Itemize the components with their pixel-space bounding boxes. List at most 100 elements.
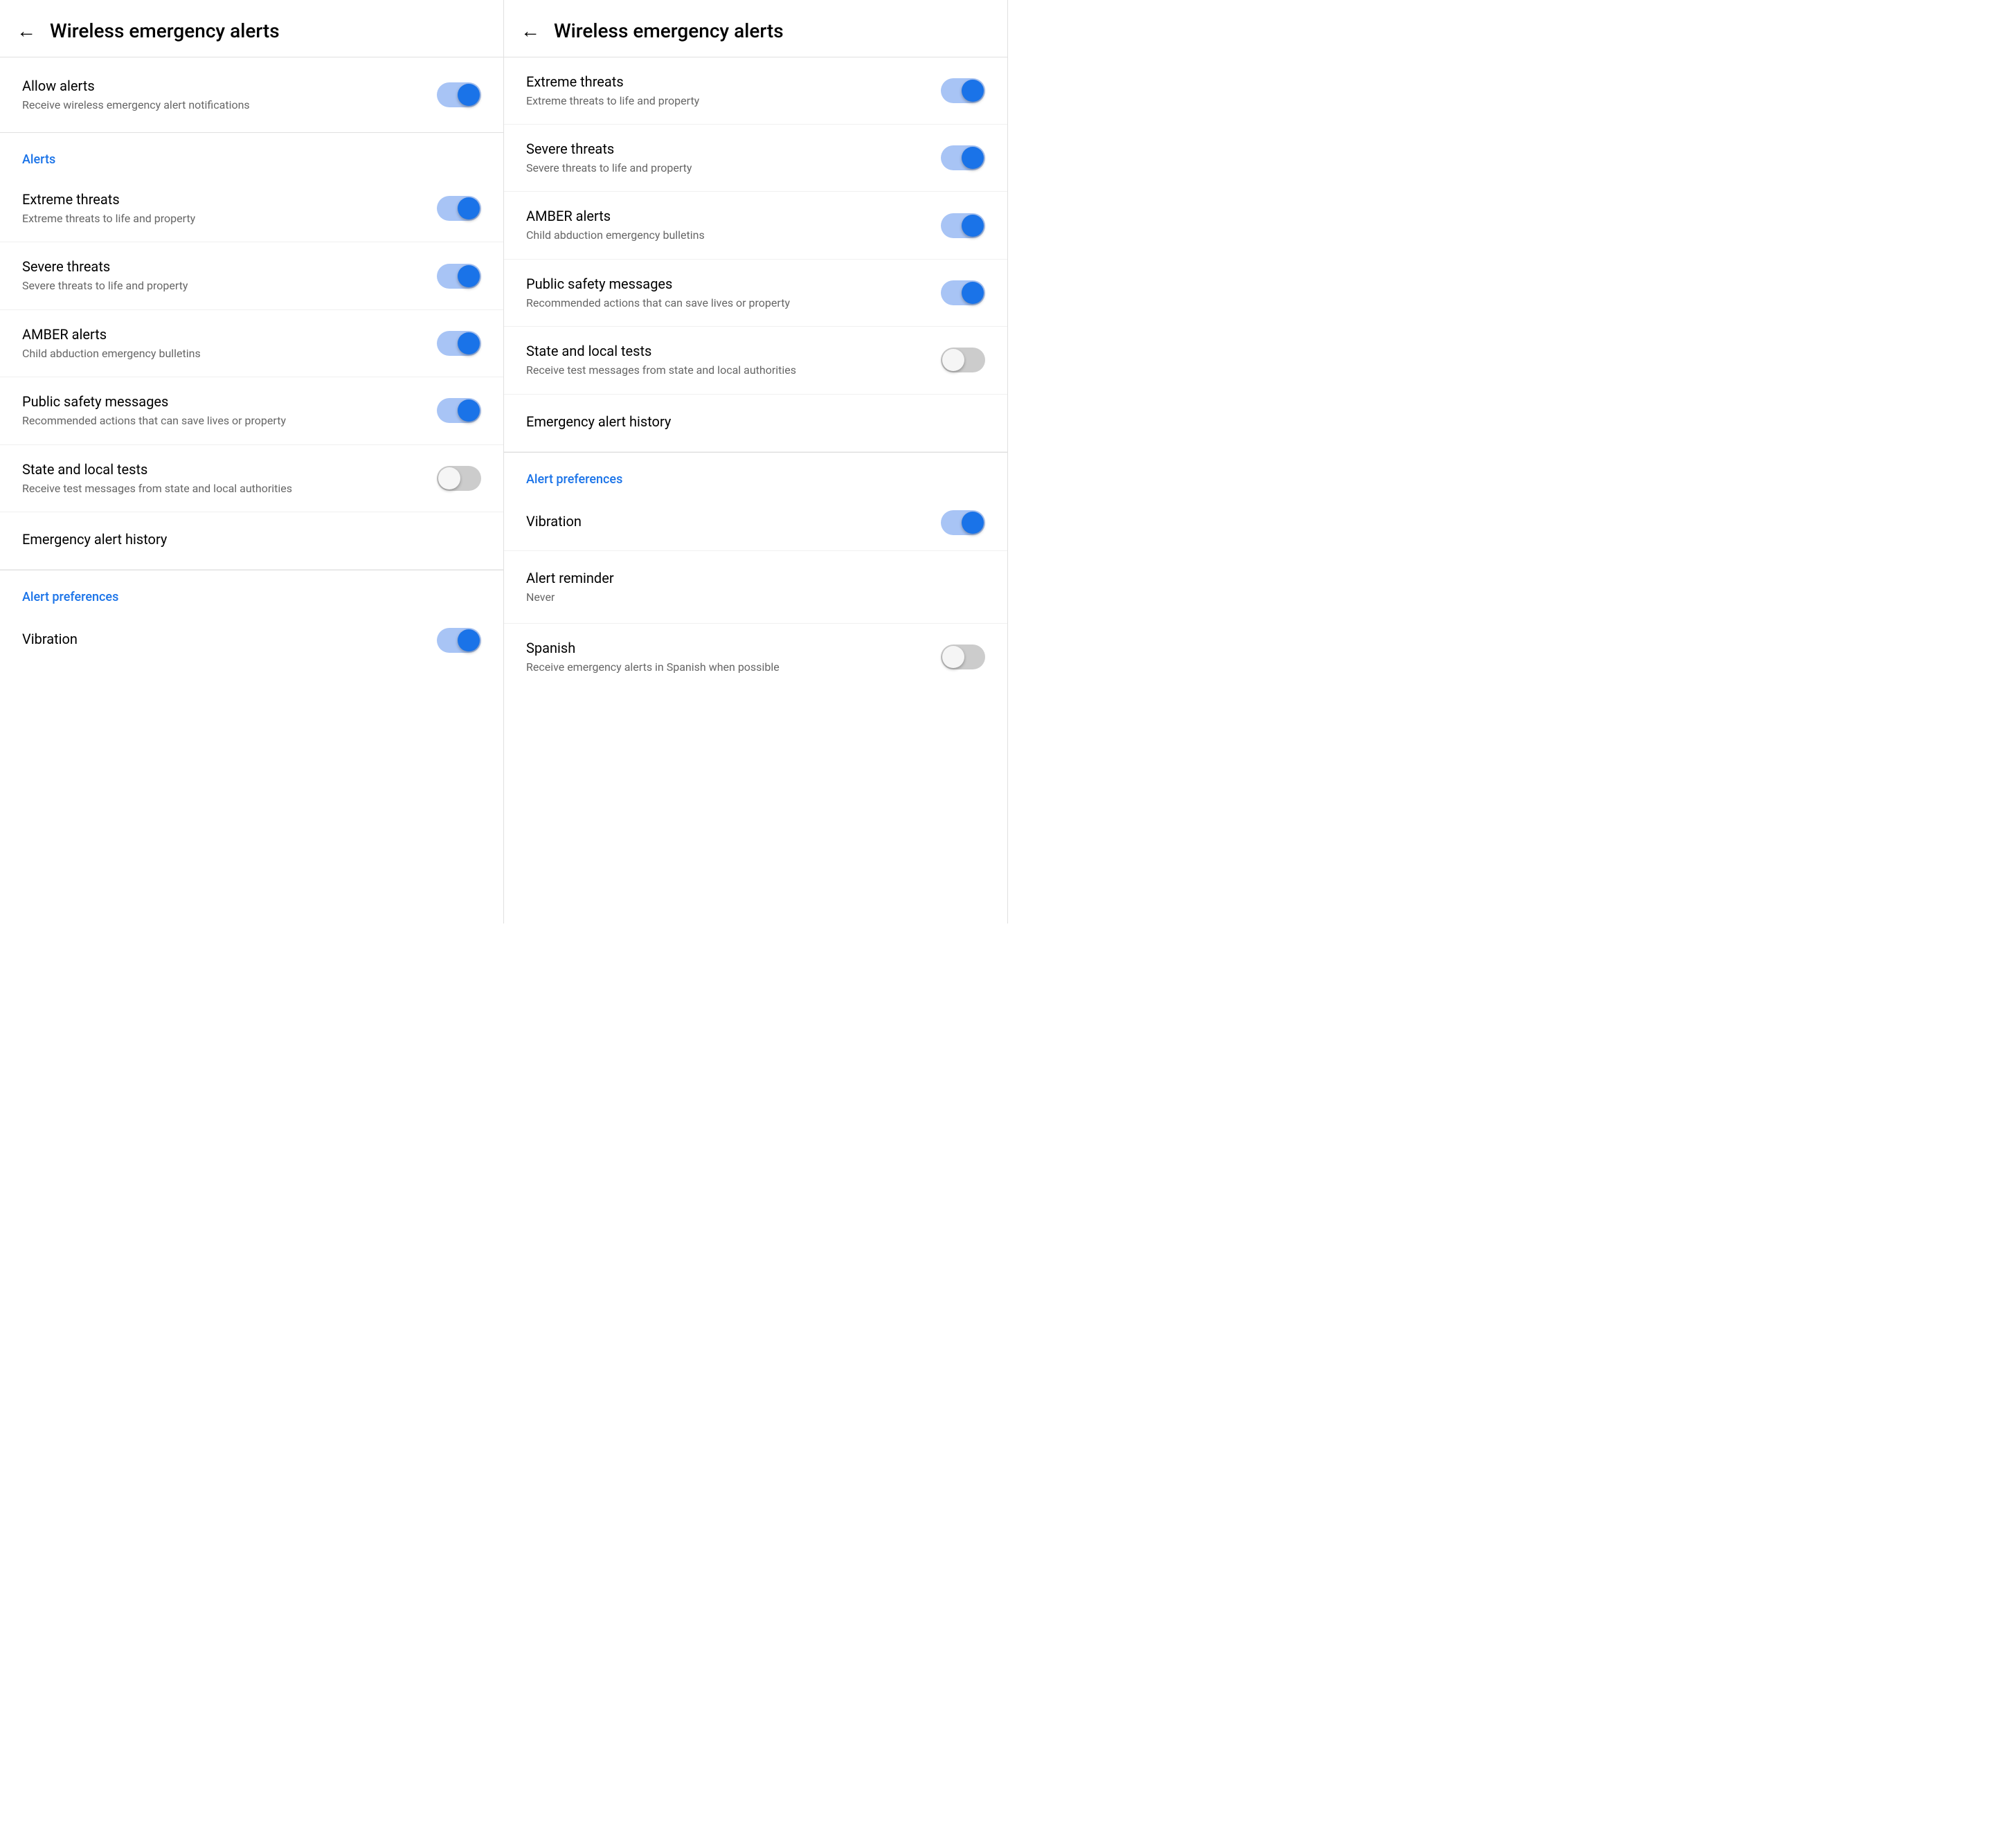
- severe-threats-desc-left: Severe threats to life and property: [22, 278, 423, 294]
- emergency-history-text-left: Emergency alert history: [22, 530, 467, 551]
- allow-alerts-text: Allow alerts Receive wireless emergency …: [22, 77, 423, 113]
- severe-threats-toggle-left[interactable]: [437, 264, 481, 289]
- severe-threats-title-right: Severe threats: [526, 140, 927, 158]
- state-local-title-left: State and local tests: [22, 460, 423, 478]
- spanish-thumb-right: [942, 646, 964, 668]
- public-safety-toggle-right[interactable]: [941, 280, 985, 305]
- public-safety-thumb-right: [962, 282, 984, 304]
- state-local-text-left: State and local tests Receive test messa…: [22, 460, 423, 496]
- preferences-label-right: Alert preferences: [504, 453, 1007, 495]
- public-safety-item-left[interactable]: Public safety messages Recommended actio…: [0, 377, 503, 444]
- extreme-threats-text-left: Extreme threats Extreme threats to life …: [22, 190, 423, 226]
- extreme-threats-thumb-right: [962, 80, 984, 102]
- amber-alerts-desc-right: Child abduction emergency bulletins: [526, 228, 927, 243]
- amber-alerts-item-right[interactable]: AMBER alerts Child abduction emergency b…: [504, 192, 1007, 259]
- public-safety-item-right[interactable]: Public safety messages Recommended actio…: [504, 260, 1007, 327]
- state-local-toggle-left[interactable]: [437, 466, 481, 491]
- extreme-threats-toggle-right[interactable]: [941, 78, 985, 103]
- allow-alerts-toggle[interactable]: [437, 82, 481, 107]
- right-header: ← Wireless emergency alerts: [504, 0, 1007, 57]
- severe-threats-desc-right: Severe threats to life and property: [526, 161, 927, 176]
- state-local-text-right: State and local tests Receive test messa…: [526, 342, 927, 378]
- left-back-button[interactable]: ←: [17, 21, 36, 41]
- severe-threats-thumb-right: [962, 147, 984, 169]
- emergency-history-title-right: Emergency alert history: [526, 413, 971, 431]
- public-safety-text-left: Public safety messages Recommended actio…: [22, 393, 423, 429]
- vibration-item-right[interactable]: Vibration: [504, 495, 1007, 551]
- state-local-thumb-left: [438, 467, 460, 489]
- spanish-title-right: Spanish: [526, 639, 927, 657]
- state-local-title-right: State and local tests: [526, 342, 927, 360]
- amber-alerts-text-left: AMBER alerts Child abduction emergency b…: [22, 325, 423, 361]
- vibration-text-left: Vibration: [22, 630, 423, 651]
- state-local-item-left[interactable]: State and local tests Receive test messa…: [0, 445, 503, 512]
- allow-alerts-thumb: [458, 84, 480, 106]
- amber-alerts-thumb-left: [458, 332, 480, 354]
- amber-alerts-toggle-right[interactable]: [941, 213, 985, 238]
- public-safety-title-right: Public safety messages: [526, 275, 927, 293]
- preferences-label-left: Alert preferences: [0, 570, 503, 613]
- amber-alerts-title-left: AMBER alerts: [22, 325, 423, 343]
- amber-alerts-thumb-right: [962, 215, 984, 237]
- alert-reminder-desc-right: Never: [526, 590, 971, 605]
- emergency-history-item-right[interactable]: Emergency alert history: [504, 395, 1007, 452]
- extreme-threats-text-right: Extreme threats Extreme threats to life …: [526, 73, 927, 109]
- public-safety-toggle-left[interactable]: [437, 398, 481, 423]
- amber-alerts-title-right: AMBER alerts: [526, 207, 927, 225]
- state-local-item-right[interactable]: State and local tests Receive test messa…: [504, 327, 1007, 394]
- extreme-threats-title-right: Extreme threats: [526, 73, 927, 91]
- amber-alerts-desc-left: Child abduction emergency bulletins: [22, 346, 423, 361]
- emergency-history-title-left: Emergency alert history: [22, 530, 467, 548]
- vibration-toggle-left[interactable]: [437, 628, 481, 653]
- spanish-text-right: Spanish Receive emergency alerts in Span…: [526, 639, 927, 675]
- severe-threats-thumb-left: [458, 265, 480, 287]
- extreme-threats-desc-right: Extreme threats to life and property: [526, 93, 927, 109]
- vibration-toggle-right[interactable]: [941, 510, 985, 535]
- allow-alerts-desc: Receive wireless emergency alert notific…: [22, 98, 423, 113]
- vibration-text-right: Vibration: [526, 512, 927, 533]
- spanish-toggle-right[interactable]: [941, 645, 985, 669]
- extreme-threats-title-left: Extreme threats: [22, 190, 423, 208]
- public-safety-text-right: Public safety messages Recommended actio…: [526, 275, 927, 311]
- public-safety-desc-right: Recommended actions that can save lives …: [526, 296, 927, 311]
- severe-threats-toggle-right[interactable]: [941, 145, 985, 170]
- vibration-thumb-left: [458, 629, 480, 651]
- right-back-button[interactable]: ←: [521, 21, 540, 41]
- right-page-title: Wireless emergency alerts: [554, 19, 784, 43]
- state-local-desc-right: Receive test messages from state and loc…: [526, 363, 927, 378]
- panel-left: ← Wireless emergency alerts Allow alerts…: [0, 0, 504, 924]
- extreme-threats-desc-left: Extreme threats to life and property: [22, 211, 423, 226]
- allow-alerts-title: Allow alerts: [22, 77, 423, 95]
- alert-reminder-text-right: Alert reminder Never: [526, 569, 971, 605]
- vibration-title-left: Vibration: [22, 630, 423, 648]
- public-safety-desc-left: Recommended actions that can save lives …: [22, 413, 423, 429]
- alerts-section-label: Alerts: [0, 133, 503, 175]
- emergency-history-item-left[interactable]: Emergency alert history: [0, 512, 503, 570]
- amber-alerts-item-left[interactable]: AMBER alerts Child abduction emergency b…: [0, 310, 503, 377]
- allow-alerts-item[interactable]: Allow alerts Receive wireless emergency …: [0, 57, 503, 133]
- severe-threats-title-left: Severe threats: [22, 258, 423, 276]
- state-local-toggle-right[interactable]: [941, 348, 985, 372]
- severe-threats-item-left[interactable]: Severe threats Severe threats to life an…: [0, 242, 503, 309]
- extreme-threats-thumb-left: [458, 197, 480, 219]
- spanish-desc-right: Receive emergency alerts in Spanish when…: [526, 660, 927, 675]
- public-safety-title-left: Public safety messages: [22, 393, 423, 411]
- alert-reminder-title-right: Alert reminder: [526, 569, 971, 587]
- left-page-title: Wireless emergency alerts: [50, 19, 280, 43]
- amber-alerts-toggle-left[interactable]: [437, 331, 481, 356]
- severe-threats-text-right: Severe threats Severe threats to life an…: [526, 140, 927, 176]
- vibration-title-right: Vibration: [526, 512, 927, 530]
- extreme-threats-item-left[interactable]: Extreme threats Extreme threats to life …: [0, 175, 503, 242]
- emergency-history-text-right: Emergency alert history: [526, 413, 971, 433]
- extreme-threats-item-right[interactable]: Extreme threats Extreme threats to life …: [504, 57, 1007, 125]
- alert-reminder-item-right[interactable]: Alert reminder Never: [504, 551, 1007, 624]
- state-local-desc-left: Receive test messages from state and loc…: [22, 481, 423, 496]
- left-header: ← Wireless emergency alerts: [0, 0, 503, 57]
- panel-right: ← Wireless emergency alerts Extreme thre…: [504, 0, 1008, 924]
- severe-threats-item-right[interactable]: Severe threats Severe threats to life an…: [504, 125, 1007, 192]
- vibration-item-left[interactable]: Vibration: [0, 613, 503, 668]
- amber-alerts-text-right: AMBER alerts Child abduction emergency b…: [526, 207, 927, 243]
- extreme-threats-toggle-left[interactable]: [437, 196, 481, 221]
- spanish-item-right[interactable]: Spanish Receive emergency alerts in Span…: [504, 624, 1007, 690]
- severe-threats-text-left: Severe threats Severe threats to life an…: [22, 258, 423, 294]
